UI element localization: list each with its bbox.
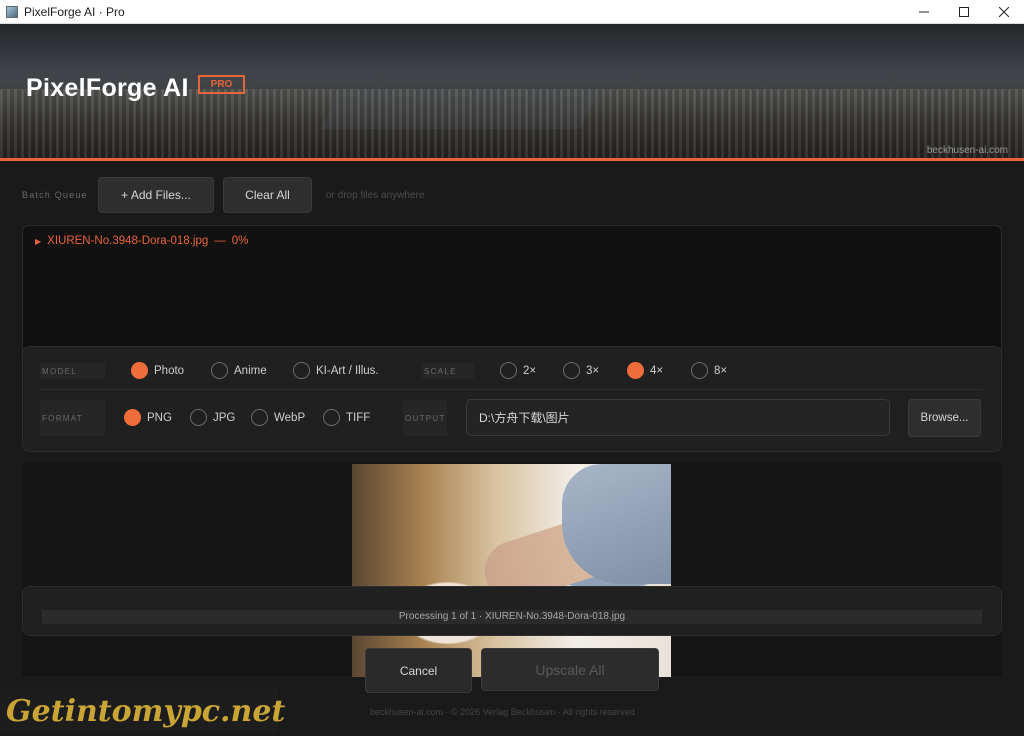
minimize-button[interactable] <box>904 0 944 24</box>
watermark-logo: Getintomypc.net <box>0 688 285 734</box>
scale-label: SCALE <box>422 363 474 379</box>
radio-indicator <box>251 409 268 426</box>
radio-label: Anime <box>234 364 267 377</box>
close-icon <box>999 7 1009 17</box>
model-label: MODEL <box>40 363 105 379</box>
pro-badge: PRO <box>198 75 245 94</box>
format-radio-jpg[interactable]: JPG <box>190 409 235 426</box>
radio-label: WebP <box>274 411 306 424</box>
banner-credit: beckhusen-ai.com <box>926 145 1008 156</box>
radio-indicator <box>211 362 228 379</box>
format-radio-webp[interactable]: WebP <box>251 409 305 426</box>
drop-hint: or drop files anywhere <box>326 190 425 201</box>
output-label: OUTPUT <box>403 400 447 436</box>
upscale-all-button[interactable]: Upscale All <box>481 648 659 691</box>
window-controls <box>904 0 1024 24</box>
model-radio-photo[interactable]: Photo <box>131 362 184 379</box>
add-files-button[interactable]: + Add Files... <box>98 177 214 213</box>
browse-button[interactable]: Browse... <box>908 399 981 437</box>
radio-indicator <box>500 362 517 379</box>
radio-label: Photo <box>154 364 185 377</box>
settings-divider <box>40 389 982 390</box>
close-button[interactable] <box>984 0 1024 24</box>
progress-status-text: Processing 1 of 1 · XIUREN-No.3948-Dora-… <box>398 611 626 622</box>
format-radio-png[interactable]: PNG <box>124 409 172 426</box>
radio-label: TIFF <box>346 411 371 424</box>
title-bar: PixelForge AI · Pro <box>0 0 1024 24</box>
preview-image <box>352 464 671 677</box>
preview-image-detail <box>562 464 671 584</box>
radio-label: KI-Art / Illus. <box>316 364 379 377</box>
output-path-field[interactable]: D:\方舟下载\图片 <box>466 399 890 436</box>
list-item[interactable]: ▶ XIUREN-No.3948-Dora-018.jpg — 0% <box>35 235 248 247</box>
radio-label: 2× <box>523 364 537 377</box>
header-banner: PixelForge AI PRO beckhusen-ai.com <box>0 24 1024 159</box>
batch-queue-label: Batch Queue <box>22 190 88 200</box>
window-title: PixelForge AI · Pro <box>24 4 125 19</box>
radio-indicator <box>293 362 310 379</box>
app-title: PixelForge AI <box>26 74 189 102</box>
format-label: FORMAT <box>40 400 105 436</box>
radio-indicator <box>627 362 644 379</box>
queue-item-filename: XIUREN-No.3948-Dora-018.jpg <box>47 235 209 247</box>
maximize-icon <box>959 7 969 17</box>
radio-indicator <box>323 409 340 426</box>
footer-text: beckhusen-ai.com · © 2026 Verlag Beckhus… <box>370 707 635 717</box>
radio-indicator <box>124 409 141 426</box>
scale-radio-3x[interactable]: 3× <box>563 362 599 379</box>
queue-item-separator: — <box>214 235 226 247</box>
batch-queue-list[interactable]: ▶ XIUREN-No.3948-Dora-018.jpg — 0% <box>22 225 1002 355</box>
scale-radio-2x[interactable]: 2× <box>500 362 536 379</box>
queue-item-progress: 0% <box>231 235 249 247</box>
radio-label: 3× <box>586 364 600 377</box>
cancel-button[interactable]: Cancel <box>365 648 472 693</box>
radio-label: 8× <box>714 364 728 377</box>
app-icon <box>6 5 18 18</box>
radio-indicator <box>131 362 148 379</box>
play-icon: ▶ <box>35 236 42 246</box>
model-radio-anime[interactable]: Anime <box>211 362 267 379</box>
minimize-icon <box>919 11 929 13</box>
format-radio-tiff[interactable]: TIFF <box>323 409 370 426</box>
radio-label: 4× <box>650 364 664 377</box>
radio-indicator <box>190 409 207 426</box>
radio-label: JPG <box>213 411 236 424</box>
radio-label: PNG <box>147 411 172 424</box>
model-radio-ki-art[interactable]: KI-Art / Illus. <box>293 362 379 379</box>
radio-indicator <box>691 362 708 379</box>
maximize-button[interactable] <box>944 0 984 24</box>
scale-radio-4x[interactable]: 4× <box>627 362 663 379</box>
accent-divider <box>0 158 1024 161</box>
clear-all-button[interactable]: Clear All <box>223 177 312 213</box>
radio-indicator <box>563 362 580 379</box>
scale-radio-8x[interactable]: 8× <box>691 362 727 379</box>
